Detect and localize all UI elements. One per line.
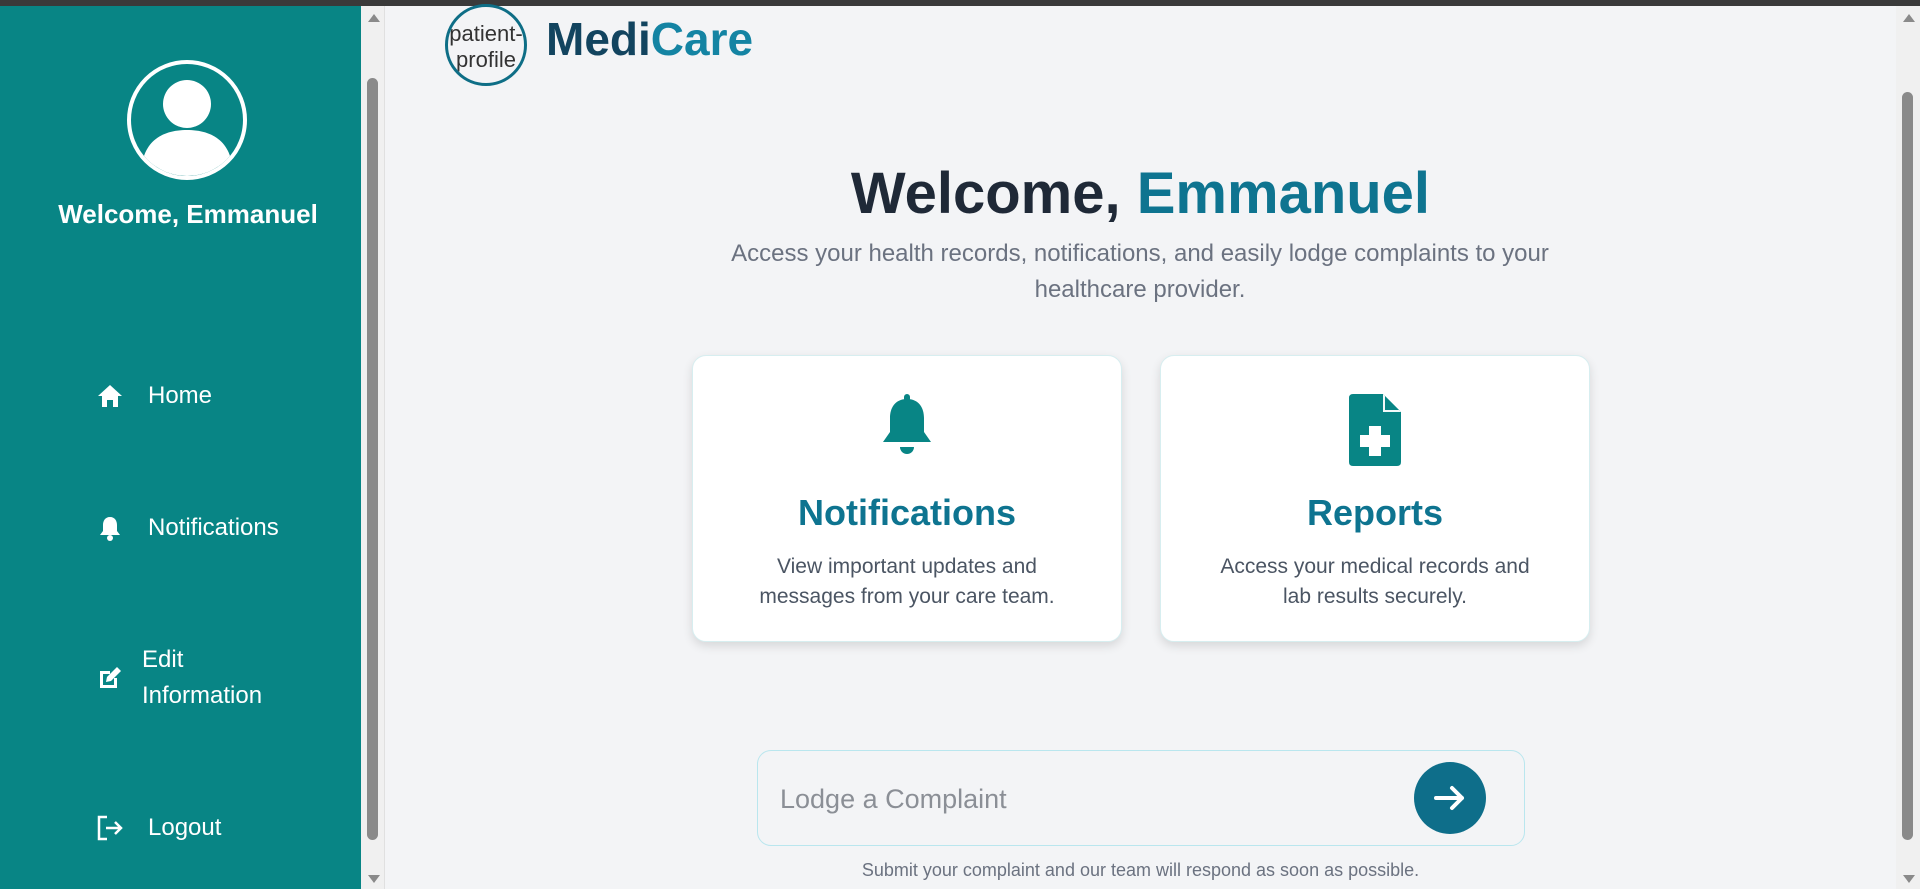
medical-file-icon [1161,394,1589,466]
patient-profile-image: patient-profile [445,4,527,86]
page-title: Welcome, Emmanuel [385,160,1896,227]
sidebar-item-notifications[interactable]: Notifications [96,514,279,542]
user-avatar-icon [127,60,247,180]
reports-card[interactable]: Reports Access your medical records and … [1160,355,1590,642]
sidebar-scrollbar[interactable] [361,6,385,889]
card-description: Access your medical records and lab resu… [1220,555,1530,608]
brand-part-care: Care [650,13,754,65]
bell-icon [96,514,124,542]
sidebar-item-logout[interactable]: Logout [96,814,221,842]
scroll-down-arrow-icon[interactable] [368,875,380,883]
edit-icon [96,664,124,692]
submit-complaint-button[interactable] [1414,762,1486,834]
sidebar-item-label: Home [148,382,213,409]
home-icon [96,382,124,410]
notifications-card[interactable]: Notifications View important updates and… [692,355,1122,642]
scrollbar-thumb[interactable] [1902,92,1913,840]
page-subtitle: Access your health records, notification… [731,240,1549,303]
complaint-input[interactable] [780,777,1400,821]
brand-part-medi: Medi [546,13,651,65]
broken-image-alt-text: patient-profile [449,21,523,72]
card-description: View important updates and messages from… [759,555,1055,608]
title-prefix: Welcome, [850,161,1137,226]
logout-icon [96,814,124,842]
arrow-right-icon [1434,786,1464,810]
sidebar-item-home[interactable]: Home [96,382,212,410]
scrollbar-thumb[interactable] [367,78,378,840]
sidebar-welcome: Welcome, Emmanuel [58,199,318,229]
brand-logo-text: MediCare [546,12,753,66]
sidebar-item-label: Edit Information [142,642,262,714]
card-title: Reports [1306,492,1444,533]
edit-label-line2: Information [142,682,263,709]
sidebar-item-edit-information[interactable]: Edit Information [96,642,262,714]
page-scrollbar[interactable] [1896,6,1920,889]
card-title: Notifications [797,492,1016,533]
main-content: patient-profile MediCare Welcome, Emmanu… [385,4,1896,889]
complaint-box [757,750,1525,846]
sidebar: Welcome, Emmanuel Home Notifications Edi… [0,6,361,889]
scroll-down-arrow-icon[interactable] [1903,875,1915,883]
scroll-up-arrow-icon[interactable] [1903,14,1915,22]
title-username: Emmanuel [1136,161,1431,226]
edit-label-line1: Edit [142,646,184,673]
sidebar-item-label: Logout [148,814,222,841]
scroll-up-arrow-icon[interactable] [368,14,380,22]
bell-icon [693,394,1121,466]
complaint-hint: Submit your complaint and our team will … [861,860,1420,880]
sidebar-item-label: Notifications [148,514,279,541]
